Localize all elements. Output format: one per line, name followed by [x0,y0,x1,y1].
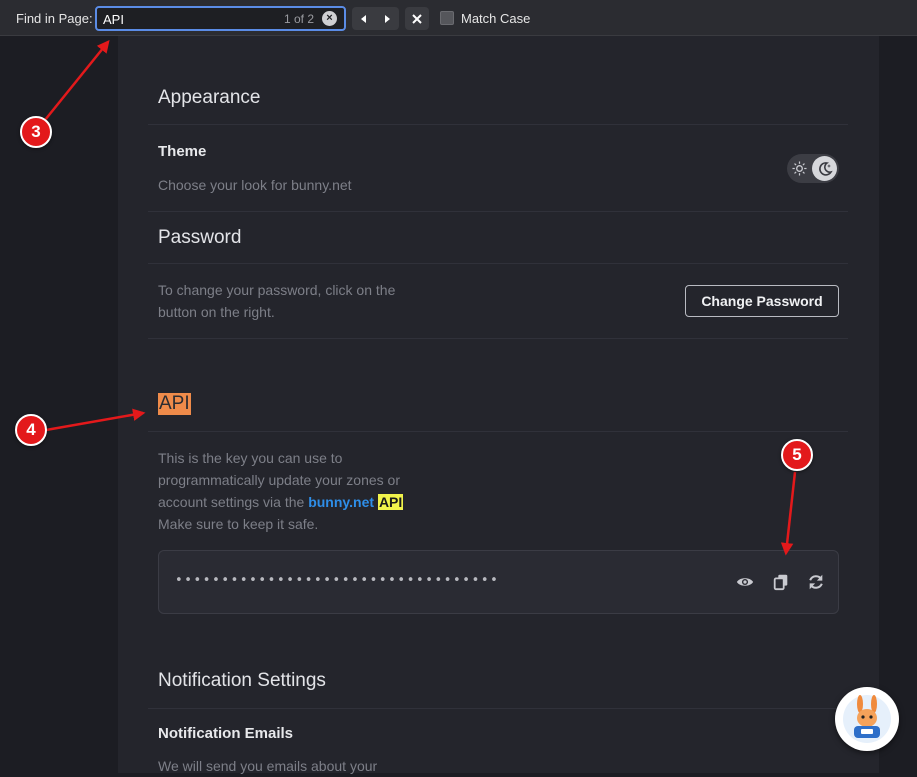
find-query: API [103,12,124,27]
sun-icon [792,161,807,176]
theme-label: Theme [158,143,207,160]
change-password-button[interactable]: Change Password [685,285,839,317]
chevron-right-icon [385,14,391,23]
notification-settings-title: Notification Settings [158,670,326,691]
api-description-line4: Make sure to keep it safe. [158,516,319,532]
api-title: API [158,393,191,415]
divider [148,263,848,264]
annotation-badge-5: 5 [781,439,813,471]
appearance-title: Appearance [158,87,261,108]
password-title: Password [158,227,242,248]
annotation-badge-4: 4 [15,414,47,446]
eye-icon[interactable] [736,573,754,591]
notification-emails-label: Notification Emails [158,725,294,742]
match-count: 1 of 2 [283,12,314,26]
api-key-field: ••••••••••••••••••••••••••••••••••• [158,550,839,614]
divider [148,708,848,709]
close-icon [412,13,422,24]
theme-toggle[interactable] [787,154,839,183]
api-description-line1: This is the key you can use to [158,450,343,466]
api-description-line2: programmatically update your zones or [158,472,401,488]
theme-description: Choose your look for bunny.net [158,177,352,193]
match-case-checkbox[interactable] [440,11,454,25]
api-description-line3: account settings via the bunny.net API [158,491,404,513]
copy-icon[interactable] [772,573,790,591]
previous-match-button[interactable] [352,7,376,30]
moon-icon [812,156,837,181]
notification-emails-description: We will send you emails about your [158,758,378,774]
find-navigation [352,7,399,30]
find-label: Find in Page: [16,11,93,26]
find-input[interactable]: API 1 of 2 × [95,6,346,31]
next-match-button[interactable] [376,7,400,30]
clear-search-icon[interactable]: × [322,11,337,26]
divider [148,211,848,212]
match-case-label: Match Case [461,11,531,26]
api-key-value: ••••••••••••••••••••••••••••••••••• [175,573,500,588]
api-match-highlight: API [377,494,404,510]
annotation-badge-3: 3 [20,116,52,148]
bunny-mascot-icon [843,695,891,743]
close-find-button[interactable] [405,7,429,30]
bunny-net-link[interactable]: bunny.net [308,494,374,510]
find-in-page-bar: Find in Page: API 1 of 2 × Match Case [0,0,917,36]
support-chat-button[interactable] [835,687,899,751]
settings-panel: Appearance Theme Choose your look for bu… [118,36,879,774]
divider [148,338,848,339]
regenerate-icon[interactable] [807,573,825,591]
divider [148,431,848,432]
divider [148,124,848,125]
password-description-line2: button on the right. [158,304,275,320]
password-description-line1: To change your password, click on the [158,282,396,298]
api-description-prefix: account settings via the [158,494,309,510]
chevron-left-icon [360,14,366,23]
